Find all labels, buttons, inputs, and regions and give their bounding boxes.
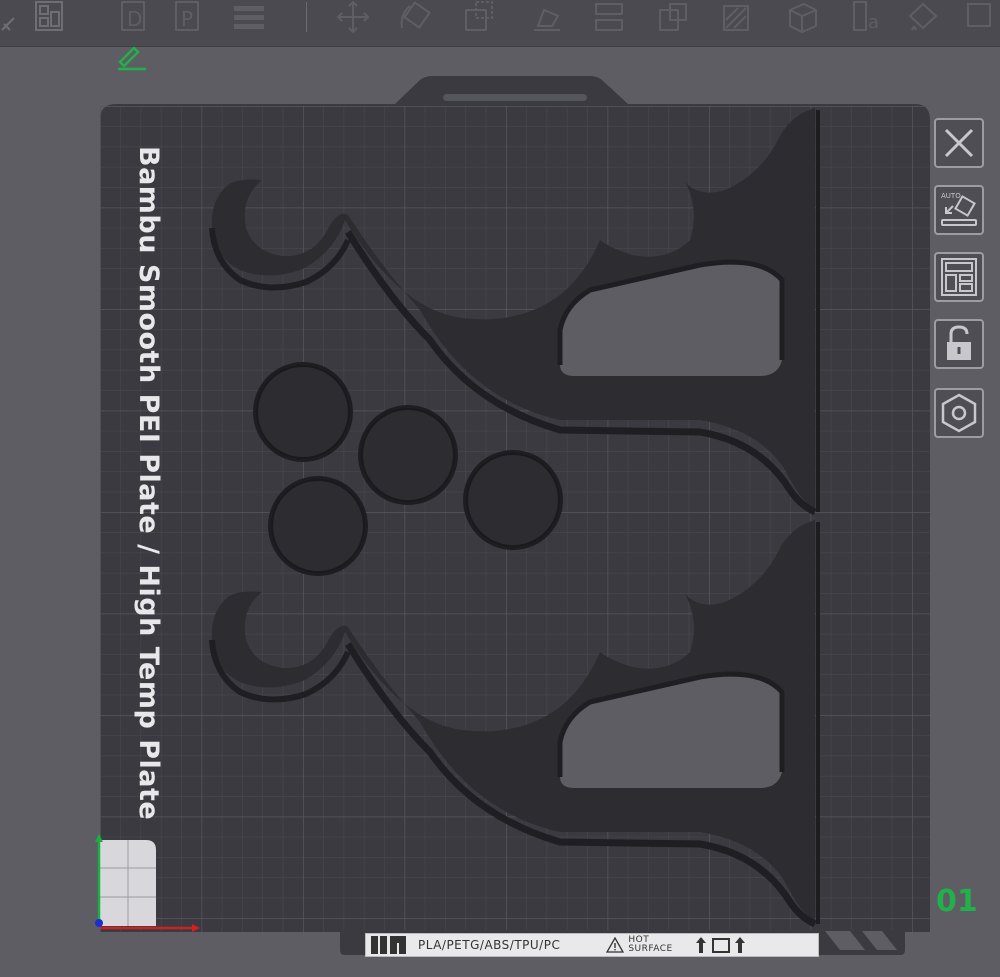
auto-orient-icon: AUTO	[941, 192, 977, 226]
plate-type-label: Bambu Smooth PEI Plate / High Temp Plate	[133, 146, 164, 821]
arrange-button[interactable]	[934, 252, 984, 302]
unlock-icon	[947, 325, 971, 360]
close-button[interactable]	[934, 118, 984, 168]
arrange-icon	[941, 258, 977, 296]
warning-icon	[606, 937, 625, 953]
supported-materials: PLA/PETG/ABS/TPU/PC	[418, 938, 561, 952]
plate-info-strip: PLA/PETG/ABS/TPU/PC HOT SURFACE	[365, 933, 819, 957]
plate-settings-button[interactable]	[934, 388, 984, 438]
plate-orientation-icons	[695, 937, 745, 953]
hot-surface-warning: HOT SURFACE	[606, 936, 672, 954]
auto-orient-button[interactable]: AUTO	[934, 185, 984, 235]
bambu-logo-icon	[371, 936, 406, 954]
plate-number: 01	[936, 884, 978, 919]
lock-plate-button[interactable]	[934, 319, 984, 369]
hexagon-settings-icon	[941, 393, 977, 433]
close-icon	[944, 128, 974, 158]
warning-line-2: SURFACE	[628, 944, 673, 954]
auto-label: AUTO	[941, 192, 961, 200]
